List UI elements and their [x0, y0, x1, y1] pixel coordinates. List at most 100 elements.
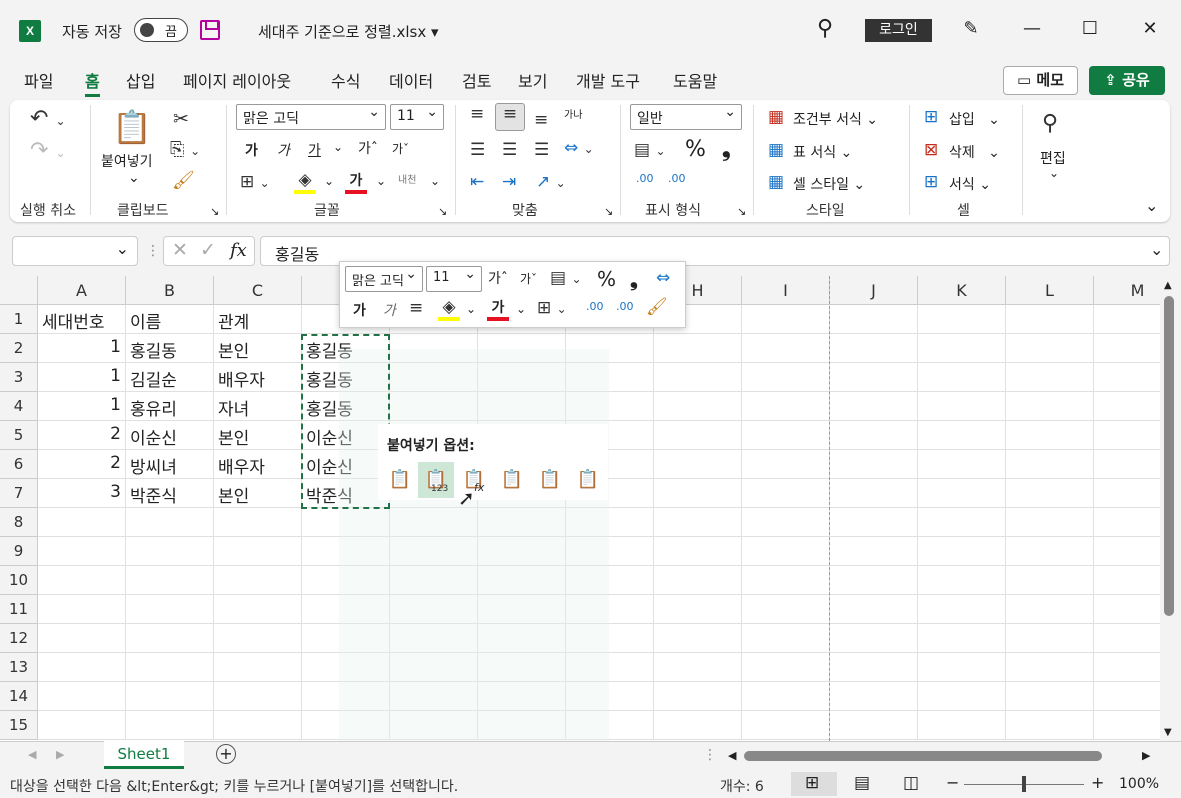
cell[interactable]: 이순신 [126, 421, 214, 450]
scroll-down-icon[interactable]: ▼ [1164, 727, 1172, 738]
mini-border-icon[interactable]: ⊞ ⌄ [537, 298, 567, 318]
cell[interactable] [918, 450, 1006, 479]
normal-view-button[interactable]: ⊞ [791, 772, 837, 796]
cell[interactable] [1006, 711, 1094, 740]
add-sheet-icon[interactable]: + [216, 744, 236, 764]
cell[interactable] [126, 537, 214, 566]
cell[interactable] [830, 421, 918, 450]
mini-italic-button[interactable]: 가 [383, 300, 396, 320]
cell[interactable] [742, 624, 830, 653]
cell[interactable] [126, 595, 214, 624]
cell[interactable] [742, 450, 830, 479]
cell[interactable] [918, 305, 1006, 334]
cell[interactable] [1006, 479, 1094, 508]
mini-font-color-button[interactable]: 가 [487, 297, 509, 321]
cell[interactable] [126, 711, 214, 740]
cell[interactable] [918, 711, 1006, 740]
cell[interactable] [1094, 392, 1160, 421]
search-icon[interactable]: ⚲ [810, 14, 840, 44]
comma-button[interactable]: ❟ [722, 137, 731, 162]
cell[interactable] [742, 508, 830, 537]
mini-font-color-dropdown-icon[interactable]: ⌄ [516, 302, 526, 316]
tab-help[interactable]: 도움말 [673, 68, 717, 92]
cell[interactable] [214, 566, 302, 595]
align-bottom-icon[interactable]: ≡ [534, 110, 548, 130]
tab-insert[interactable]: 삽입 [126, 68, 155, 92]
cell[interactable] [830, 711, 918, 740]
zoom-in-icon[interactable]: + [1091, 773, 1104, 792]
column-header[interactable]: J [830, 276, 918, 305]
tab-data[interactable]: 데이터 [389, 68, 433, 92]
cell[interactable] [830, 334, 918, 363]
tab-review[interactable]: 검토 [462, 68, 491, 92]
cell[interactable] [1094, 595, 1160, 624]
column-header[interactable]: M [1094, 276, 1160, 305]
bold-button[interactable]: 가 [245, 140, 258, 160]
cell[interactable] [742, 392, 830, 421]
cell[interactable]: 본인 [214, 421, 302, 450]
column-header[interactable]: A [38, 276, 126, 305]
tab-scroll-right-icon[interactable]: ▶ [56, 748, 64, 761]
cell[interactable] [1006, 450, 1094, 479]
paste-keep-icon[interactable]: 📋 [382, 462, 418, 498]
cell[interactable] [742, 711, 830, 740]
cell-style-button[interactable]: 셀 스타일 ⌄ [793, 174, 865, 194]
mini-bold-button[interactable]: 가 [353, 300, 366, 320]
cell[interactable]: 2 [38, 450, 126, 479]
align-center-icon[interactable]: ☰ [502, 140, 517, 160]
cell[interactable] [830, 392, 918, 421]
cell[interactable] [654, 682, 742, 711]
increase-decimal-button[interactable]: .00 [636, 172, 654, 185]
cell[interactable]: 본인 [214, 334, 302, 363]
tab-home[interactable]: 홈 [85, 68, 100, 97]
cell[interactable] [1094, 305, 1160, 334]
orientation-icon[interactable]: 가나 [564, 106, 582, 121]
delete-cells-icon[interactable]: ⊠ [924, 140, 938, 160]
tab-formulas[interactable]: 수식 [331, 68, 360, 92]
row-header[interactable]: 14 [0, 682, 38, 711]
table-format-button[interactable]: 표 서식 ⌄ [793, 142, 852, 162]
cell[interactable] [654, 479, 742, 508]
paste-transpose-icon[interactable]: 📋 [494, 462, 530, 498]
conditional-format-icon[interactable]: ▦ [768, 107, 784, 127]
cell[interactable] [654, 450, 742, 479]
increase-indent-icon[interactable]: ⇥ [502, 172, 516, 192]
cell[interactable] [126, 508, 214, 537]
cell[interactable] [1006, 305, 1094, 334]
cell[interactable] [126, 566, 214, 595]
cell[interactable] [742, 363, 830, 392]
insert-cells-button[interactable]: 삽입 ⌄ [949, 109, 1000, 129]
cell[interactable] [918, 653, 1006, 682]
cell[interactable] [654, 653, 742, 682]
format-cells-icon[interactable]: ⊞ [924, 172, 938, 192]
row-header[interactable]: 2 [0, 334, 38, 363]
cell[interactable] [830, 624, 918, 653]
cell[interactable] [918, 537, 1006, 566]
cell[interactable] [742, 334, 830, 363]
cell[interactable]: 홍길동 [126, 334, 214, 363]
worksheet-grid[interactable]: ABCDEFGHIJKLM 123456789101112131415 세대번호… [0, 276, 1160, 741]
horizontal-scroll-thumb[interactable] [744, 751, 1102, 761]
mini-fill-dropdown-icon[interactable]: ⌄ [466, 302, 476, 316]
tab-developer[interactable]: 개발 도구 [576, 68, 640, 92]
row-header[interactable]: 7 [0, 479, 38, 508]
cell[interactable] [1094, 566, 1160, 595]
cell[interactable] [1006, 363, 1094, 392]
cell[interactable] [1094, 624, 1160, 653]
number-format-select[interactable]: 일반 [630, 104, 742, 130]
column-header[interactable]: C [214, 276, 302, 305]
undo-icon[interactable]: ↶ ⌄ [30, 106, 66, 131]
cell[interactable] [38, 537, 126, 566]
cell[interactable] [1006, 624, 1094, 653]
editing-search-icon[interactable]: ⚲ [1042, 111, 1058, 136]
column-header[interactable]: I [742, 276, 830, 305]
cell[interactable]: 홍유리 [126, 392, 214, 421]
cell[interactable] [742, 566, 830, 595]
font-name-select[interactable]: 맑은 고딕 [236, 104, 386, 130]
page-break-view-icon[interactable]: ◫ [903, 773, 919, 793]
cell[interactable] [1006, 334, 1094, 363]
mini-merge-icon[interactable]: ⇔ [656, 268, 670, 288]
row-header[interactable]: 5 [0, 421, 38, 450]
delete-cells-button[interactable]: 삭제 ⌄ [949, 142, 1000, 162]
border-icon[interactable]: ⊞ ⌄ [240, 172, 270, 192]
